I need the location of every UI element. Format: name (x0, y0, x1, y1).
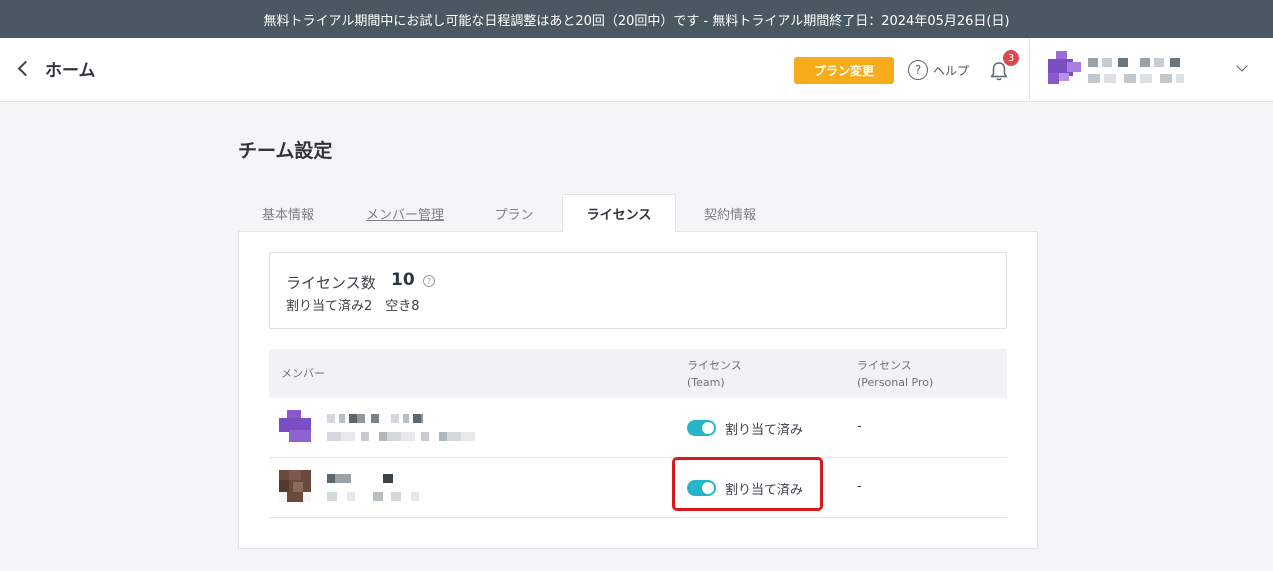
chevron-left-icon (17, 60, 34, 77)
team-avatar (1048, 51, 1081, 84)
info-icon[interactable]: ? (423, 275, 435, 287)
trial-banner: 無料トライアル期間中にお試し可能な日程調整はあと20回（20回中）です - 無料… (0, 0, 1273, 38)
table-row: 割り当て済み - (269, 458, 1007, 518)
table-header: メンバー ライセンス (Team) ライセンス (Personal Pro) (269, 349, 1007, 398)
license-summary: ライセンス数 10 ? 割り当て済み2 空き8 (269, 252, 1007, 329)
team-license-toggle[interactable] (687, 420, 716, 436)
help-link[interactable]: ? ヘルプ (908, 60, 969, 80)
member-name-redacted (327, 414, 423, 423)
member-avatar (279, 410, 311, 442)
header-personal-license-line1: ライセンス (857, 359, 912, 372)
tab-basic-info[interactable]: 基本情報 (238, 194, 338, 232)
table-row: 割り当て済み - (269, 398, 1007, 458)
license-count-value: 10 (391, 270, 415, 290)
tab-member-management[interactable]: メンバー管理 (355, 194, 455, 232)
header-team-license-line2: (Team) (687, 376, 725, 389)
team-license-status: 割り当て済み (725, 483, 804, 498)
tab-contract-info[interactable]: 契約情報 (680, 194, 780, 232)
member-email-redacted (327, 432, 477, 441)
user-name-redacted (1088, 58, 1188, 67)
page-title: チーム設定 (238, 140, 333, 162)
member-license-table: メンバー ライセンス (Team) ライセンス (Personal Pro) 割… (269, 349, 1007, 518)
toggle-knob (702, 422, 714, 434)
settings-tabs: 基本情報 メンバー管理 プラン ライセンス 契約情報 (238, 194, 1038, 233)
member-avatar (279, 470, 311, 502)
toggle-knob (702, 482, 714, 494)
notification-badge: 3 (1003, 50, 1019, 66)
personal-license-status: - (857, 479, 862, 494)
license-count-label: ライセンス数 (286, 274, 376, 292)
help-icon: ? (908, 60, 928, 80)
change-plan-button[interactable]: プラン変更 (794, 57, 894, 84)
tab-plan[interactable]: プラン (464, 194, 564, 232)
chevron-down-icon[interactable] (1236, 60, 1248, 72)
team-license-status: 割り当て済み (725, 423, 804, 438)
license-panel: ライセンス数 10 ? 割り当て済み2 空き8 メンバー ライセンス (Team… (238, 231, 1038, 549)
user-menu[interactable] (1029, 38, 1273, 102)
back-home-label: ホーム (45, 61, 96, 81)
help-label: ヘルプ (933, 63, 970, 78)
header-personal-license-line2: (Personal Pro) (857, 376, 934, 389)
tab-license[interactable]: ライセンス (562, 194, 676, 233)
user-email-redacted (1088, 74, 1184, 83)
header-team-license-line1: ライセンス (687, 359, 742, 372)
team-license-toggle[interactable] (687, 480, 716, 496)
trial-banner-text: 無料トライアル期間中にお試し可能な日程調整はあと20回（20回中）です - 無料… (263, 13, 1010, 29)
back-home-link[interactable]: ホーム (14, 56, 96, 81)
member-email-redacted (327, 492, 423, 501)
license-assignment-summary: 割り当て済み2 空き8 (286, 299, 420, 314)
header-member: メンバー (281, 367, 325, 380)
member-name-redacted (327, 474, 393, 483)
top-header: ホーム プラン変更 ? ヘルプ 3 (0, 38, 1273, 102)
personal-license-status: - (857, 419, 862, 434)
